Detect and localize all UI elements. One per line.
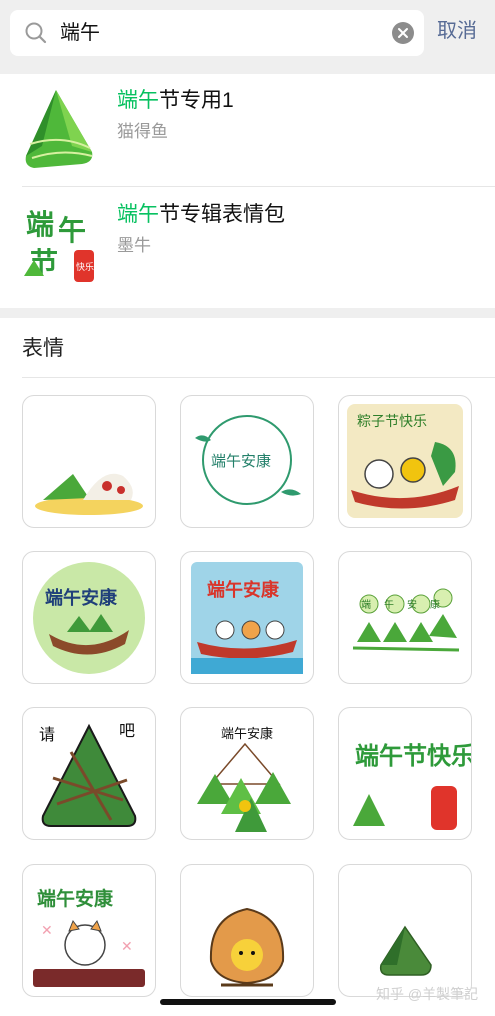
sticker-grid: 端午安康 粽子节快乐 端午安康 端午安康 端午安康 请 吧 端午安康 端午节快乐… xyxy=(0,0,495,1016)
home-indicator[interactable] xyxy=(160,999,336,1005)
svg-text:粽子节快乐: 粽子节快乐 xyxy=(357,414,427,430)
duanwu-ankang-dragon-boat-sticker: 端午安康 xyxy=(191,562,303,674)
watermark: 知乎 @羊製筆記 xyxy=(376,986,479,1002)
svg-text:请: 请 xyxy=(39,725,55,744)
duanwu-ankang-stamp-sticker: 端午安康 xyxy=(195,415,301,505)
duanwu-jie-kuaile-sticker: 端午节快乐 xyxy=(353,742,471,830)
sticker-cell[interactable] xyxy=(338,864,472,997)
zongzi-festival-boat-sticker: 粽子节快乐 xyxy=(347,404,463,518)
svg-text:吧: 吧 xyxy=(119,721,135,740)
cat-duanwu-ankang-sticker: 端午安康 ✕ ✕ xyxy=(33,887,145,987)
svg-text:端午节快乐: 端午节快乐 xyxy=(355,742,471,770)
duanwu-ankang-boat-circle-sticker: 端午安康 xyxy=(33,562,145,674)
svg-text:端午安康: 端午安康 xyxy=(221,726,273,742)
svg-text:端午安康: 端午安康 xyxy=(361,598,453,611)
sticker-cell[interactable] xyxy=(180,864,314,997)
svg-text:端午安康: 端午安康 xyxy=(37,887,114,910)
rice-ball-face-sticker xyxy=(209,907,285,987)
sticker-cell[interactable]: 端午安康 xyxy=(338,551,472,684)
svg-text:✕: ✕ xyxy=(121,939,133,955)
zongzi-bundle-sticker: 端午安康 xyxy=(197,726,291,832)
duanwu-ankang-zongzi-row-sticker: 端午安康 xyxy=(352,588,460,652)
sticker-cell[interactable]: 端午安康 xyxy=(180,395,314,528)
wechat-sticker-search-page: 端午 取消 端午节专用1 猫得鱼 端 午 节 快乐 端午节专辑表情包 墨牛 表情… xyxy=(0,0,495,1016)
sticker-cell[interactable] xyxy=(22,395,156,528)
small-zongzi-sticker xyxy=(379,925,432,976)
svg-text:端午安康: 端午安康 xyxy=(211,452,271,470)
zongzi-plate-sticker xyxy=(35,473,143,515)
sticker-cell[interactable]: 端午安康 xyxy=(22,551,156,684)
sticker-cell[interactable]: 粽子节快乐 xyxy=(338,395,472,528)
svg-text:端午安康: 端午安康 xyxy=(45,587,118,609)
sticker-cell[interactable]: 端午安康 xyxy=(180,551,314,684)
svg-text:端午安康: 端午安康 xyxy=(207,579,280,601)
sticker-cell[interactable]: 端午节快乐 xyxy=(338,707,472,840)
svg-text:✕: ✕ xyxy=(41,923,53,939)
sticker-cell[interactable]: 端午安康 ✕ ✕ xyxy=(22,864,156,997)
sticker-cell[interactable]: 端午安康 xyxy=(180,707,314,840)
sticker-cell[interactable]: 请 吧 xyxy=(22,707,156,840)
please-eat-zongzi-sticker: 请 吧 xyxy=(39,721,137,827)
